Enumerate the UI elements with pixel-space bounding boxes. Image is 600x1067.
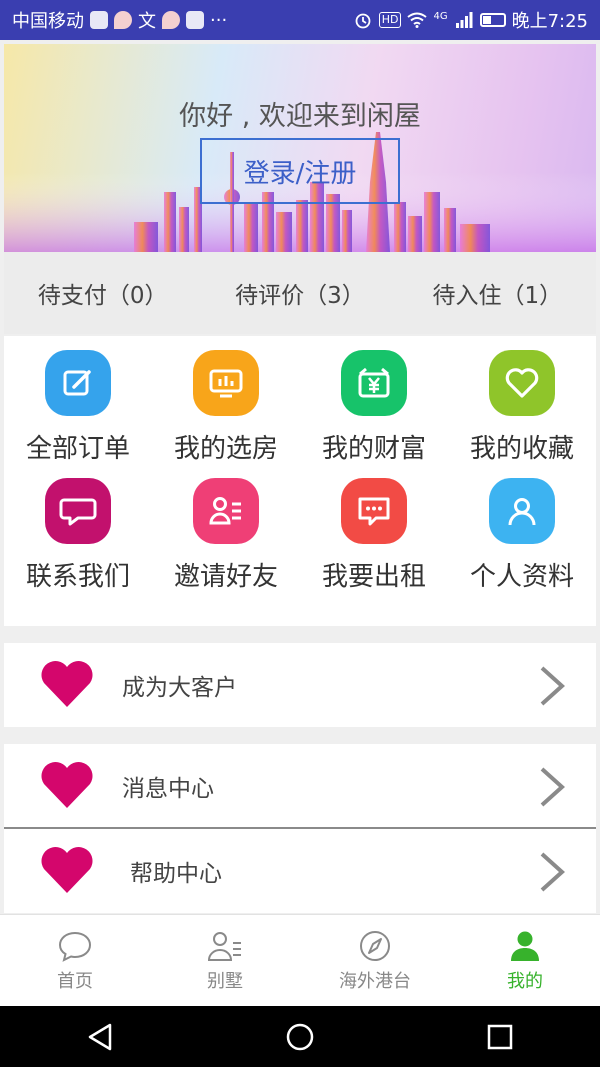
heart-icon [489,350,555,416]
tab-mine[interactable]: 我的 [450,915,600,1007]
grid-item-all-orders[interactable]: 全部订单 [4,350,152,478]
status-right: HD 4G 晚上7:25 [353,7,588,33]
list-row-vip-customer[interactable]: 成为大客户 [4,643,596,727]
recents-button[interactable] [480,1017,520,1057]
screen-icon [193,350,259,416]
row-label: 成为大客户 [122,675,237,701]
network-type: 4G [433,11,448,22]
tab-pending-review[interactable]: 待评价（3） [201,276,398,310]
grid-item-my-rooms[interactable]: 我的选房 [152,350,300,478]
recents-square-icon [487,1024,513,1049]
edit-icon [45,350,111,416]
nav-label: 我的 [507,971,543,992]
grid-item-my-favorites[interactable]: 我的收藏 [448,350,596,478]
nav-label: 海外港台 [339,971,411,992]
app-notification-icon [90,11,108,29]
row-label: 消息中心 [122,776,214,802]
grid-label: 个人资料 [469,562,574,592]
contact-icon [193,478,259,544]
app-notification-icon-2 [186,11,204,29]
wifi-icon [407,10,428,30]
chevron-right-icon [540,852,565,892]
chat-icon [45,478,111,544]
back-triangle-icon [88,1023,112,1050]
person-icon [511,931,539,961]
signal-icon [454,10,474,30]
notification-glyph: 文 [138,11,156,32]
clock: 晚上7:25 [511,11,588,32]
home-circle-icon [286,1023,314,1050]
chat-bubble-icon [58,931,92,962]
user-icon [489,478,555,544]
tab-pending-payment[interactable]: 待支付（0） [4,276,201,310]
system-nav-bar [0,1006,600,1067]
login-register-button[interactable]: 登录/注册 [200,138,400,204]
grid-label: 全部订单 [25,434,130,464]
status-left: 中国移动 文 ··· [12,7,227,33]
grid-item-rent-out[interactable]: 我要出租 [300,478,448,606]
grid-item-my-wealth[interactable]: 我的财富 [300,350,448,478]
map-pin-icon [114,11,132,29]
grid-item-contact-us[interactable]: 联系我们 [4,478,152,606]
back-button[interactable] [80,1017,120,1057]
status-bar: 中国移动 文 ··· HD 4G 晚上7:25 [0,0,600,40]
grid-label: 我要出租 [321,562,426,592]
yuan-icon [341,350,407,416]
heart-icon [41,846,93,893]
message-icon [341,478,407,544]
more-notifications: ··· [210,9,228,31]
grid-item-profile[interactable]: 个人资料 [448,478,596,606]
hero-banner: 你好 , 欢迎来到闲屋 登录/注册 [4,44,596,252]
alarm-icon [353,10,373,30]
chevron-right-icon [540,767,565,807]
carrier-name: 中国移动 [12,11,84,32]
tab-home[interactable]: 首页 [0,915,150,1007]
grid-label: 我的收藏 [469,434,574,464]
battery-icon [479,13,506,27]
order-status-bar: 待支付（0） 待评价（3） 待入住（1） [4,252,596,334]
bottom-tab-bar: 首页 别墅 海外港台 我的 [0,914,600,1007]
welcome-title: 你好 , 欢迎来到闲屋 [179,101,421,132]
chevron-right-icon [540,666,565,706]
grid-item-invite-friends[interactable]: 邀请好友 [152,478,300,606]
home-button[interactable] [280,1017,320,1057]
feature-grid: 全部订单 我的选房 我的财富 我的收藏 联系我们 邀请好友 我要出租 个人资料 [4,336,596,626]
hd-badge: HD [378,12,402,28]
row-label: 帮助中心 [130,861,222,887]
heart-icon [41,660,93,707]
tab-villa[interactable]: 别墅 [150,915,300,1007]
list-row-message-center[interactable]: 消息中心 [4,744,596,828]
nav-label: 首页 [57,971,93,992]
contacts-icon [207,932,241,961]
heart-icon [41,761,93,808]
compass-icon [360,931,390,961]
grid-label: 我的选房 [173,434,278,464]
map-pin-icon-2 [162,11,180,29]
list-row-help-center[interactable]: 帮助中心 [4,829,596,913]
tab-overseas[interactable]: 海外港台 [300,915,450,1007]
grid-label: 我的财富 [321,434,426,464]
nav-label: 别墅 [207,971,243,992]
grid-label: 邀请好友 [173,562,278,592]
tab-pending-checkin[interactable]: 待入住（1） [399,276,596,310]
grid-label: 联系我们 [25,562,130,592]
